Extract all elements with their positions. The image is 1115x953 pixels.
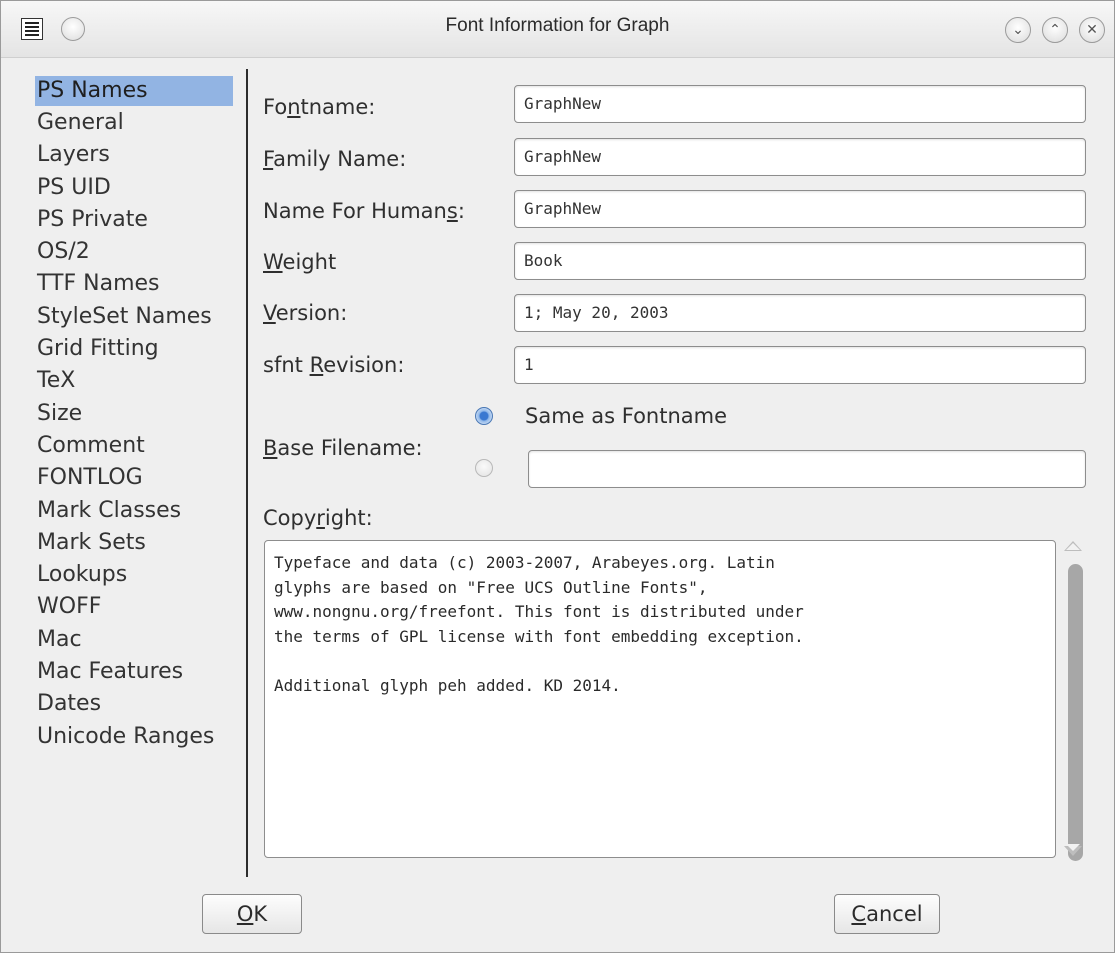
weight-label: Weight bbox=[263, 250, 337, 274]
copyright-textarea[interactable]: Typeface and data (c) 2003-2007, Arabeye… bbox=[264, 540, 1056, 858]
sidebar-item-general[interactable]: General bbox=[35, 107, 235, 139]
sidebar-item-fontlog[interactable]: FONTLOG bbox=[35, 462, 235, 494]
fontname-label: Fontname: bbox=[263, 95, 376, 119]
sidebar-item-mac-features[interactable]: Mac Features bbox=[35, 656, 235, 688]
sidebar-item-ps-private[interactable]: PS Private bbox=[35, 204, 235, 236]
maximize-button[interactable]: ⌃ bbox=[1042, 17, 1068, 43]
minimize-button[interactable]: ⌄ bbox=[1005, 17, 1031, 43]
close-icon: ✕ bbox=[1086, 22, 1098, 38]
scroll-up-arrow-icon[interactable] bbox=[1064, 541, 1082, 551]
sidebar-item-ttf-names[interactable]: TTF Names bbox=[35, 268, 235, 300]
scroll-down-arrow-icon[interactable] bbox=[1064, 844, 1082, 856]
copyright-label: Copyright: bbox=[263, 506, 373, 530]
sidebar-item-tex[interactable]: TeX bbox=[35, 365, 235, 397]
sidebar-item-lookups[interactable]: Lookups bbox=[35, 559, 235, 591]
sidebar-item-os2[interactable]: OS/2 bbox=[35, 236, 235, 268]
weight-field[interactable]: Book bbox=[514, 242, 1086, 280]
sidebar-item-mac[interactable]: Mac bbox=[35, 624, 235, 656]
window-title: Font Information for Graph bbox=[445, 15, 670, 36]
title-bar[interactable]: Font Information for Graph ⌄ ⌃ ✕ bbox=[1, 1, 1114, 58]
name-for-humans-field[interactable]: GraphNew bbox=[514, 190, 1086, 228]
pane-divider[interactable] bbox=[246, 69, 248, 877]
sidebar-item-size[interactable]: Size bbox=[35, 398, 235, 430]
base-filename-label: Base Filename: bbox=[263, 436, 423, 460]
cancel-button[interactable]: Cancel bbox=[834, 894, 940, 934]
sidebar-item-grid-fitting[interactable]: Grid Fitting bbox=[35, 333, 235, 365]
base-filename-field[interactable] bbox=[528, 450, 1086, 488]
family-name-field[interactable]: GraphNew bbox=[514, 138, 1086, 176]
family-name-label: Family Name: bbox=[263, 147, 407, 171]
font-info-dialog: Font Information for Graph ⌄ ⌃ ✕ PS Name… bbox=[0, 0, 1115, 953]
sfnt-revision-field[interactable]: 1 bbox=[514, 346, 1086, 384]
chevron-down-icon: ⌄ bbox=[1012, 22, 1024, 38]
sidebar-item-layers[interactable]: Layers bbox=[35, 139, 235, 171]
same-as-fontname-radio[interactable] bbox=[475, 407, 493, 425]
sfnt-revision-label: sfnt Revision: bbox=[263, 353, 405, 377]
sidebar-item-ps-uid[interactable]: PS UID bbox=[35, 172, 235, 204]
copyright-scrollbar[interactable] bbox=[1068, 564, 1083, 861]
category-list: PS Names General Layers PS UID PS Privat… bbox=[35, 75, 235, 753]
close-button[interactable]: ✕ bbox=[1079, 17, 1105, 43]
sidebar-item-comment[interactable]: Comment bbox=[35, 430, 235, 462]
chevron-up-icon: ⌃ bbox=[1049, 22, 1061, 38]
sidebar-item-mark-sets[interactable]: Mark Sets bbox=[35, 527, 235, 559]
ok-button[interactable]: OK bbox=[202, 894, 302, 934]
version-field[interactable]: 1; May 20, 2003 bbox=[514, 294, 1086, 332]
fontname-field[interactable]: GraphNew bbox=[514, 85, 1086, 123]
custom-filename-radio[interactable] bbox=[475, 459, 493, 477]
sidebar-item-mark-classes[interactable]: Mark Classes bbox=[35, 495, 235, 527]
sidebar-item-woff[interactable]: WOFF bbox=[35, 591, 235, 623]
sidebar-item-dates[interactable]: Dates bbox=[35, 688, 235, 720]
same-as-fontname-label[interactable]: Same as Fontname bbox=[525, 404, 727, 428]
sidebar-item-ps-names[interactable]: PS Names bbox=[35, 76, 233, 106]
sidebar-item-styleset-names[interactable]: StyleSet Names bbox=[35, 301, 235, 333]
version-label: Version: bbox=[263, 301, 348, 325]
name-for-humans-label: Name For Humans: bbox=[263, 199, 465, 223]
sidebar-item-unicode-ranges[interactable]: Unicode Ranges bbox=[35, 721, 235, 753]
